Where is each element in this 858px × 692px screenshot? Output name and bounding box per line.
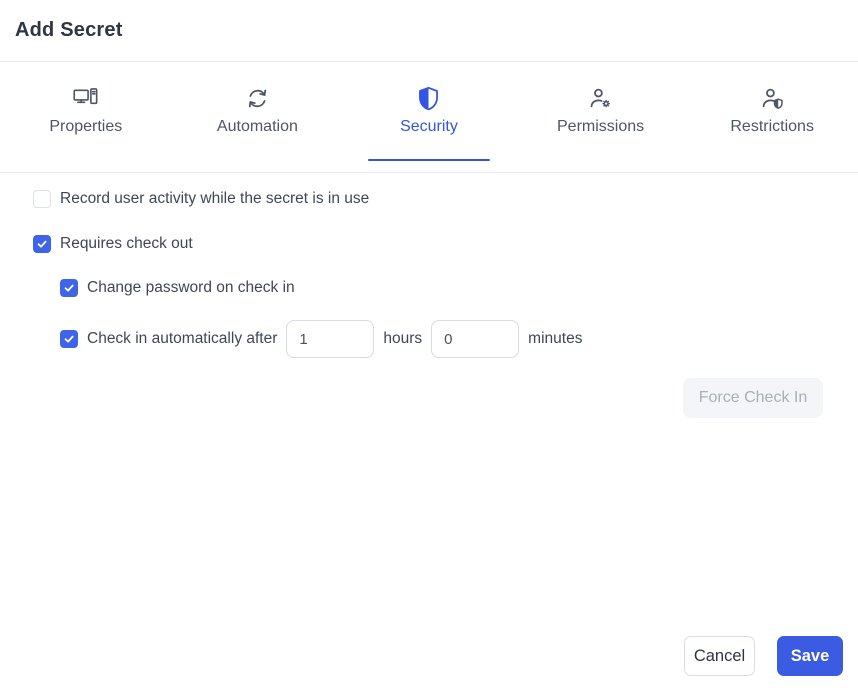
force-check-in-button[interactable]: Force Check In: [683, 378, 823, 418]
tab-label: Permissions: [557, 118, 644, 136]
security-panel: Record user activity while the secret is…: [0, 173, 858, 418]
minutes-input[interactable]: [431, 320, 519, 358]
tab-label: Properties: [49, 118, 122, 136]
checkbox-label: Change password on check in: [87, 279, 295, 297]
hours-input[interactable]: [286, 320, 374, 358]
save-button[interactable]: Save: [777, 636, 843, 676]
checkbox-label: Check in automatically after: [87, 330, 277, 348]
tab-bar: Properties Automation Security: [0, 62, 858, 173]
user-shield-icon: [760, 85, 785, 112]
hours-unit-label: hours: [383, 330, 422, 348]
add-secret-dialog: Add Secret Properties: [0, 0, 858, 418]
checkbox-row-change-password: Change password on check in: [60, 279, 858, 297]
tab-label: Restrictions: [730, 118, 814, 136]
tab-restrictions[interactable]: Restrictions: [686, 62, 858, 172]
force-check-in-row: Force Check In: [33, 378, 858, 418]
checkbox-auto-checkin[interactable]: [60, 330, 78, 348]
checkbox-label: Requires check out: [60, 235, 193, 253]
tab-properties[interactable]: Properties: [0, 62, 172, 172]
cancel-button[interactable]: Cancel: [684, 636, 755, 676]
checkbox-row-auto-checkin: Check in automatically after hours minut…: [60, 320, 858, 358]
checkbox-label: Record user activity while the secret is…: [60, 190, 369, 208]
dialog-header: Add Secret: [0, 0, 858, 62]
user-gear-icon: [588, 85, 613, 112]
workstation-icon: [73, 85, 98, 112]
checkbox-row-requires-checkout: Requires check out: [33, 235, 858, 253]
checkbox-requires-checkout[interactable]: [33, 235, 51, 253]
dialog-title: Add Secret: [15, 18, 843, 42]
tab-permissions[interactable]: Permissions: [515, 62, 687, 172]
tab-label: Automation: [217, 118, 298, 136]
sync-icon: [245, 85, 270, 112]
checkbox-change-password[interactable]: [60, 279, 78, 297]
active-tab-underline: [368, 159, 490, 161]
tab-security[interactable]: Security: [343, 62, 515, 172]
dialog-footer: Cancel Save: [684, 636, 843, 676]
tab-label: Security: [400, 118, 458, 136]
shield-icon: [416, 85, 441, 112]
checkbox-row-record-activity: Record user activity while the secret is…: [33, 190, 858, 208]
tab-automation[interactable]: Automation: [172, 62, 344, 172]
minutes-unit-label: minutes: [528, 330, 582, 348]
checkbox-record-activity[interactable]: [33, 190, 51, 208]
